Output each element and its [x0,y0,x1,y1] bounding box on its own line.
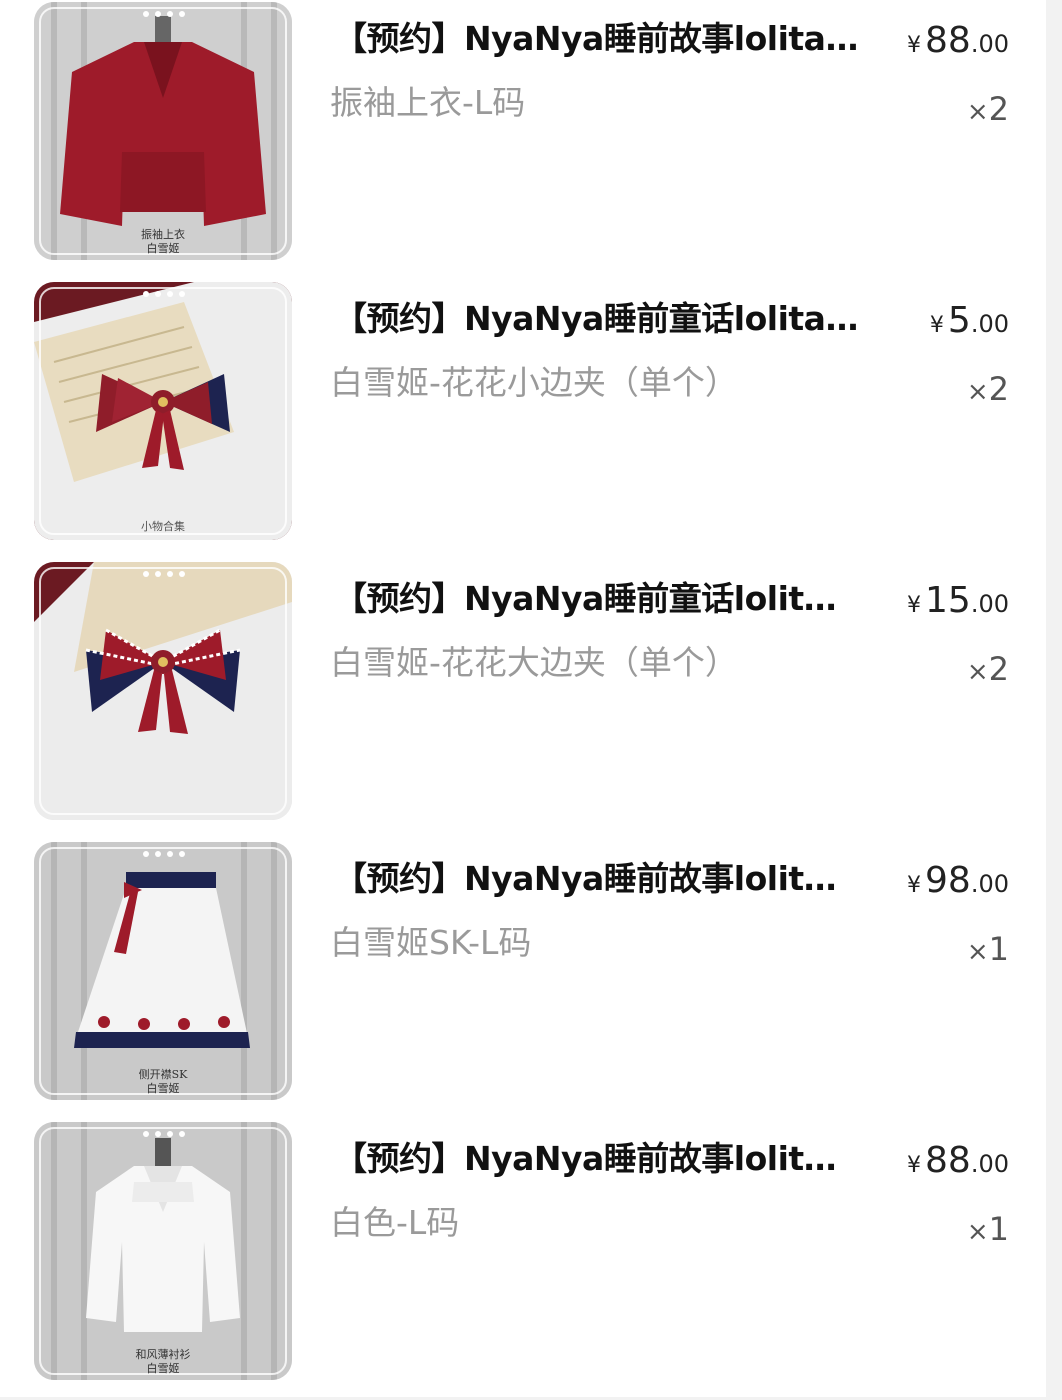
currency-symbol: ¥ [907,33,922,58]
white-blouse-photo: 和风薄衬衫 白雪姬 [34,1122,292,1380]
price-decimal: .00 [970,590,1009,618]
price-integer: 88 [925,20,971,61]
price-decimal: .00 [970,870,1009,898]
svg-text:白雪姬: 白雪姬 [147,241,180,255]
quantity: ×1 [967,1208,1009,1253]
unit-price: ¥98.00 [907,860,1009,908]
small-bow-hairclip-photo: 小物合集 [34,282,292,540]
product-title[interactable]: 【预约】NyaNya睡前童话lolita… [334,298,889,340]
unit-price: ¥88.00 [907,20,1009,68]
quantity: ×1 [967,928,1009,973]
product-title[interactable]: 【预约】NyaNya睡前故事lolita… [334,18,874,60]
order-item[interactable]: 侧开襟SK 白雪姬 【预约】NyaNya睡前故事lolit… 白雪姬SK-L码 … [0,840,1046,1120]
quantity-value: 2 [988,650,1009,688]
quantity: ×2 [967,88,1009,133]
currency-symbol: ¥ [907,1153,922,1178]
quantity: ×2 [967,648,1009,693]
svg-text:侧开襟SK: 侧开襟SK [139,1068,189,1081]
product-variant: 白雪姬-花花大边夹（单个） [330,643,738,682]
svg-text:振袖上衣: 振袖上衣 [141,227,185,241]
price-decimal: .00 [970,30,1009,58]
product-image[interactable]: 侧开襟SK 白雪姬 [34,842,292,1100]
product-variant: 白雪姬-花花小边夹（单个） [330,363,738,402]
order-item[interactable]: 【预约】NyaNya睡前童话lolit… 白雪姬-花花大边夹（单个） ¥15.0… [0,560,1046,840]
quantity-value: 1 [988,930,1009,968]
currency-symbol: ¥ [929,313,944,338]
multiply-sign: × [966,97,989,127]
quantity-value: 2 [988,370,1009,408]
price-integer: 5 [947,300,971,341]
large-bow-hairclip-photo [34,562,292,820]
multiply-sign: × [966,1217,989,1247]
product-title[interactable]: 【预约】NyaNya睡前故事lolit… [334,1138,874,1180]
quantity: ×2 [967,368,1009,413]
product-image[interactable]: 小物合集 [34,282,292,540]
product-variant: 白色-L码 [330,1203,460,1242]
product-image[interactable]: 振袖上衣 白雪姬 [34,2,292,260]
unit-price: ¥15.00 [907,580,1009,628]
red-kimono-jacket-photo: 振袖上衣 白雪姬 [34,2,292,260]
product-variant: 振袖上衣-L码 [330,83,526,122]
multiply-sign: × [966,657,989,687]
order-item[interactable]: 和风薄衬衫 白雪姬 【预约】NyaNya睡前故事lolit… 白色-L码 ¥88… [0,1120,1046,1400]
currency-symbol: ¥ [907,873,922,898]
multiply-sign: × [966,937,989,967]
white-skirt-photo: 侧开襟SK 白雪姬 [34,842,292,1100]
price-decimal: .00 [970,1150,1009,1178]
product-title[interactable]: 【预约】NyaNya睡前故事lolit… [334,858,874,900]
order-items-list: 振袖上衣 白雪姬 【预约】NyaNya睡前故事lolita… 振袖上衣-L码 ¥… [0,0,1046,1397]
unit-price: ¥88.00 [907,1140,1009,1188]
quantity-value: 1 [988,1210,1009,1248]
price-integer: 98 [925,860,971,901]
currency-symbol: ¥ [907,593,922,618]
price-integer: 15 [925,580,971,621]
svg-text:小物合集: 小物合集 [141,519,185,533]
unit-price: ¥5.00 [930,300,1009,348]
product-image[interactable] [34,562,292,820]
order-item[interactable]: 小物合集 【预约】NyaNya睡前童话lolita… 白雪姬-花花小边夹（单个）… [0,280,1046,560]
svg-text:白雪姬: 白雪姬 [147,1081,180,1095]
svg-text:和风薄衬衫: 和风薄衬衫 [136,1347,191,1361]
product-image[interactable]: 和风薄衬衫 白雪姬 [34,1122,292,1380]
order-item[interactable]: 振袖上衣 白雪姬 【预约】NyaNya睡前故事lolita… 振袖上衣-L码 ¥… [0,0,1046,280]
price-decimal: .00 [970,310,1009,338]
quantity-value: 2 [988,90,1009,128]
product-title[interactable]: 【预约】NyaNya睡前童话lolit… [334,578,874,620]
svg-text:白雪姬: 白雪姬 [147,1361,180,1375]
multiply-sign: × [966,377,989,407]
price-integer: 88 [925,1140,971,1181]
product-variant: 白雪姬SK-L码 [330,923,532,962]
